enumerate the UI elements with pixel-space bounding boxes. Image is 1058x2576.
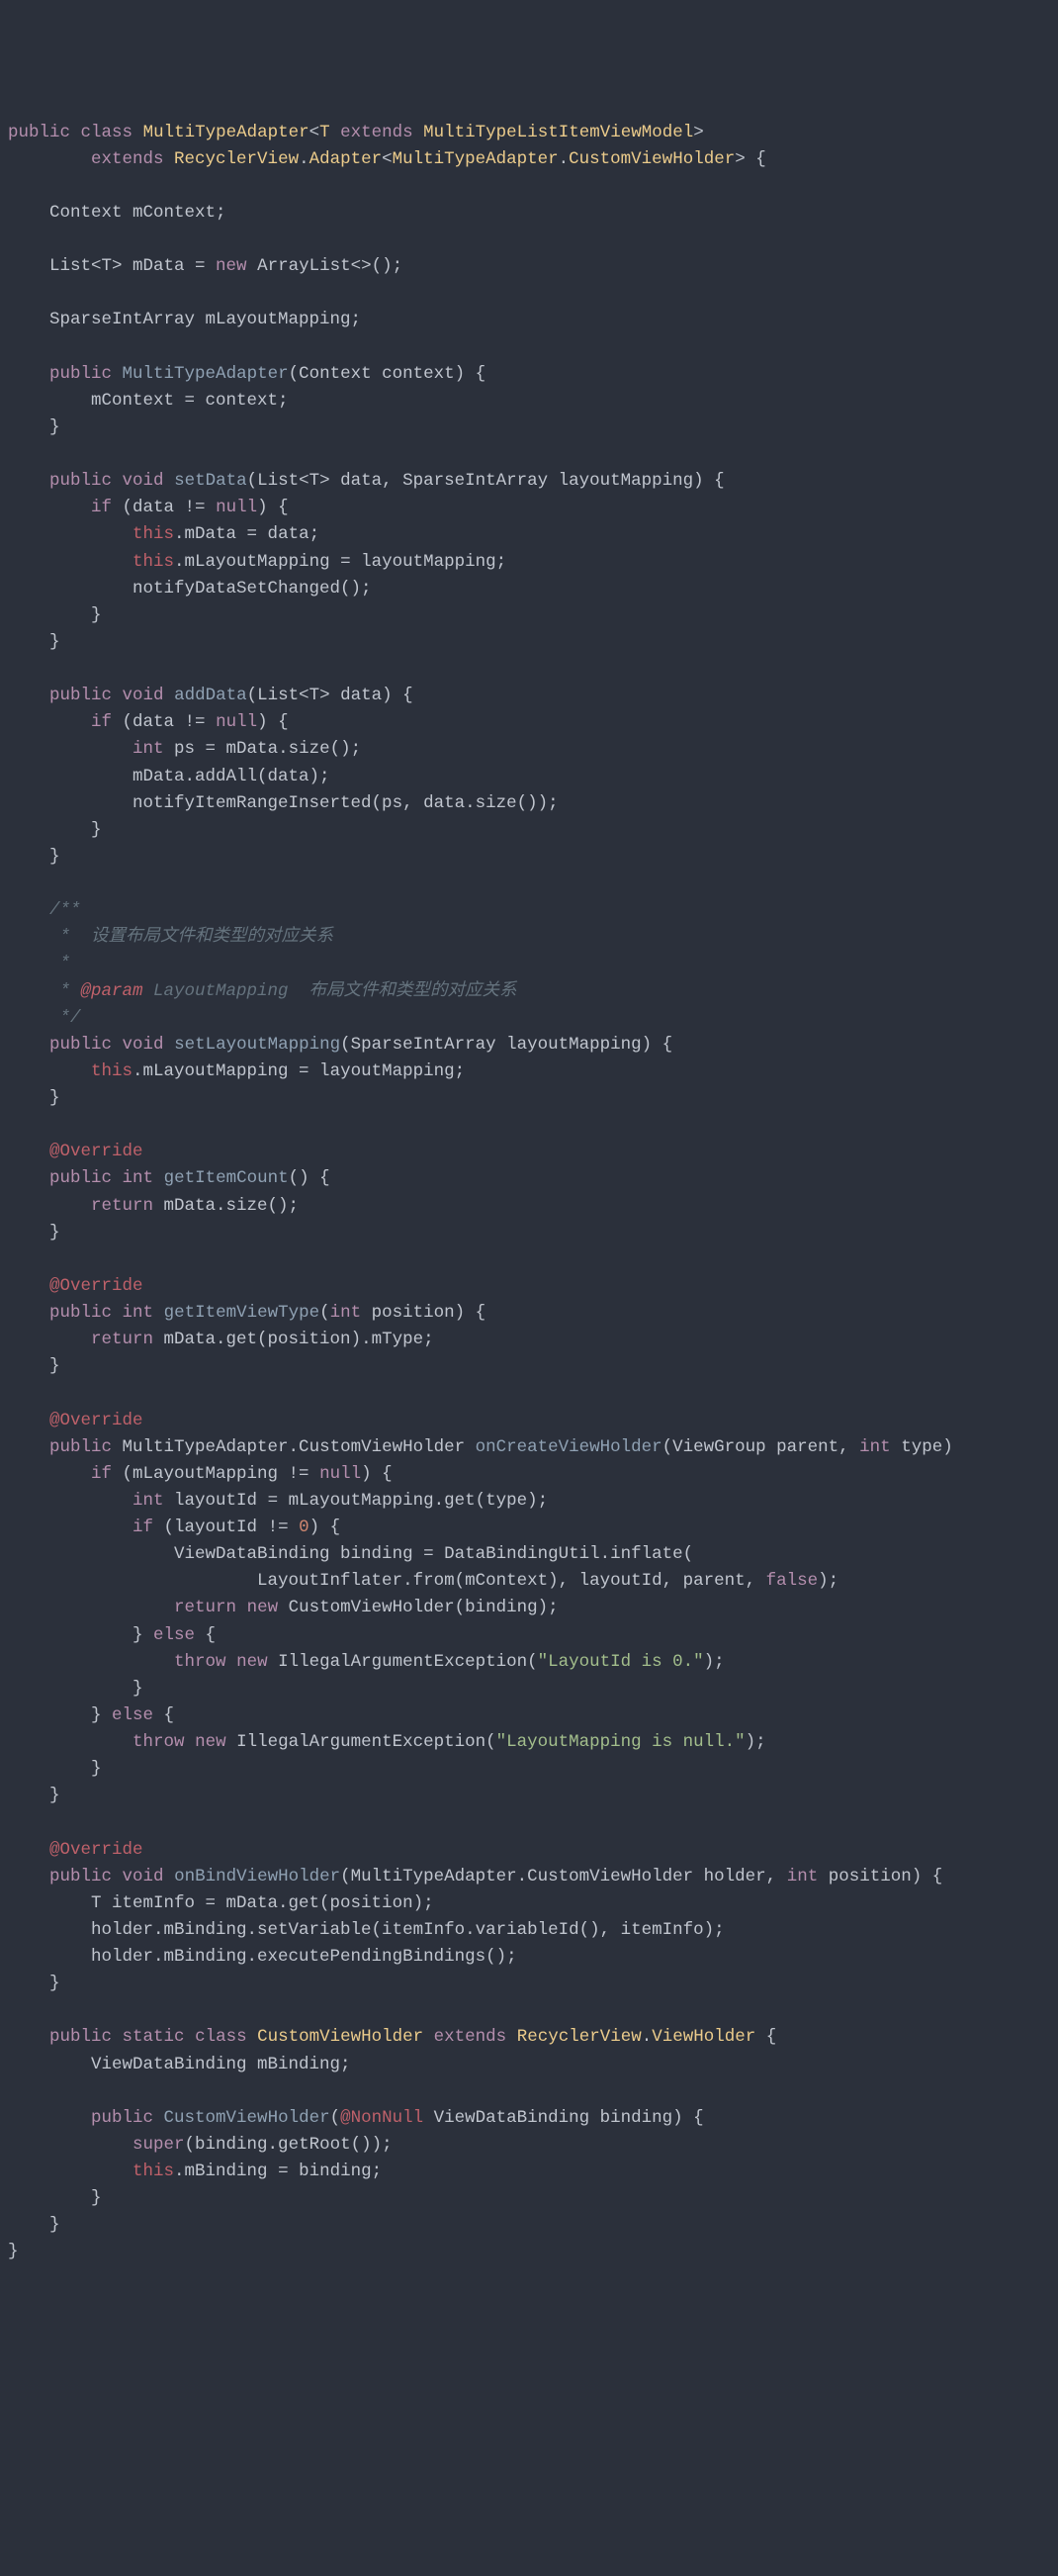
comment-line: */ [8, 1008, 81, 1028]
code-line: SparseIntArray mLayoutMapping; [8, 310, 361, 329]
code-line: } [8, 1759, 102, 1779]
code-line: notifyDataSetChanged(); [8, 579, 372, 598]
code-line: } [8, 2242, 19, 2261]
code-line: public MultiTypeAdapter(Context context)… [8, 364, 485, 384]
code-line: mContext = context; [8, 391, 289, 411]
annotation-line: @Override [8, 1411, 143, 1430]
code-line: } [8, 1223, 60, 1242]
annotation-line: @Override [8, 1276, 143, 1296]
code-line: super(binding.getRoot()); [8, 2135, 393, 2155]
code-line: } [8, 1974, 60, 1993]
code-line: } [8, 417, 60, 437]
comment-line: * 设置布局文件和类型的对应关系 [8, 927, 333, 947]
code-line: } [8, 1679, 143, 1699]
code-line: return mData.size(); [8, 1196, 299, 1216]
comment-line: * [8, 954, 70, 973]
code-line: List<T> mData = new ArrayList<>(); [8, 256, 402, 276]
code-line: return mData.get(position).mType; [8, 1330, 434, 1349]
code-line: notifyItemRangeInserted(ps, data.size())… [8, 793, 559, 813]
comment-line: * @param LayoutMapping 布局文件和类型的对应关系 [8, 981, 517, 1001]
code-line: public void setLayoutMapping(SparseIntAr… [8, 1035, 672, 1055]
code-line: public void setData(List<T> data, Sparse… [8, 471, 725, 491]
code-line: int ps = mData.size(); [8, 739, 361, 759]
code-line: mData.addAll(data); [8, 767, 330, 786]
code-line: this.mLayoutMapping = layoutMapping; [8, 1061, 465, 1081]
code-line: extends RecyclerView.Adapter<MultiTypeAd… [8, 149, 766, 169]
code-editor: public class MultiTypeAdapter<T extends … [8, 120, 1050, 2266]
code-line: throw new IllegalArgumentException("Layo… [8, 1732, 766, 1752]
code-line: public MultiTypeAdapter.CustomViewHolder… [8, 1437, 953, 1457]
code-line: if (data != null) { [8, 712, 289, 732]
code-line: } else { [8, 1705, 174, 1725]
code-line: } else { [8, 1625, 216, 1645]
code-line: } [8, 820, 102, 840]
code-line: public class MultiTypeAdapter<T extends … [8, 123, 704, 142]
code-line: } [8, 2188, 102, 2208]
code-line: public void onBindViewHolder(MultiTypeAd… [8, 1867, 942, 1886]
code-line: } [8, 2215, 60, 2235]
code-line: public int getItemCount() { [8, 1168, 330, 1188]
code-line: } [8, 1356, 60, 1376]
annotation-line: @Override [8, 1142, 143, 1161]
code-line: } [8, 605, 102, 625]
code-line: ViewDataBinding binding = DataBindingUti… [8, 1544, 693, 1564]
code-line: if (mLayoutMapping != null) { [8, 1464, 393, 1484]
code-line: this.mData = data; [8, 524, 319, 544]
code-line: LayoutInflater.from(mContext), layoutId,… [8, 1571, 838, 1591]
code-line: } [8, 1088, 60, 1108]
code-line: public static class CustomViewHolder ext… [8, 2027, 776, 2047]
comment-line: /** [8, 900, 81, 920]
code-line: ViewDataBinding mBinding; [8, 2055, 351, 2074]
code-line: } [8, 632, 60, 652]
code-line: } [8, 847, 60, 867]
code-line: public void addData(List<T> data) { [8, 686, 413, 705]
code-line: T itemInfo = mData.get(position); [8, 1893, 434, 1913]
code-line: holder.mBinding.setVariable(itemInfo.var… [8, 1920, 725, 1940]
code-line: if (data != null) { [8, 498, 289, 517]
code-line: } [8, 1786, 60, 1805]
code-line: public CustomViewHolder(@NonNull ViewDat… [8, 2108, 704, 2128]
code-line: if (layoutId != 0) { [8, 1518, 340, 1537]
code-line: holder.mBinding.executePendingBindings()… [8, 1947, 517, 1967]
code-line: int layoutId = mLayoutMapping.get(type); [8, 1491, 548, 1511]
code-line: Context mContext; [8, 203, 226, 223]
code-line: return new CustomViewHolder(binding); [8, 1598, 559, 1617]
code-line: public int getItemViewType(int position)… [8, 1303, 485, 1323]
code-line: throw new IllegalArgumentException("Layo… [8, 1652, 725, 1672]
code-line: this.mLayoutMapping = layoutMapping; [8, 552, 506, 572]
code-line: this.mBinding = binding; [8, 2162, 382, 2181]
annotation-line: @Override [8, 1840, 143, 1860]
